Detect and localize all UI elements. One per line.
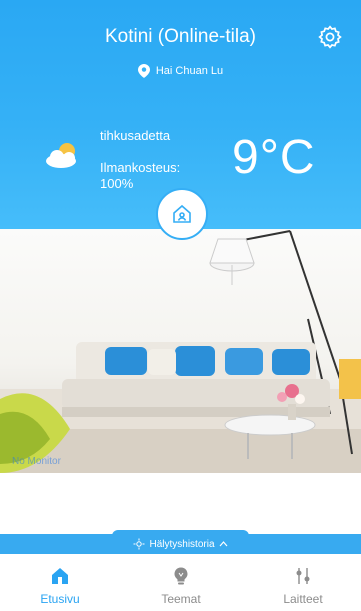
sun-icon bbox=[133, 538, 145, 550]
temperature: 9°C bbox=[232, 131, 316, 184]
bottom-nav: Etusivu Teemat Laitteet bbox=[0, 556, 361, 611]
home-mode-button[interactable] bbox=[156, 188, 208, 240]
chevron-up-icon bbox=[219, 541, 227, 547]
location-pin-icon bbox=[137, 64, 150, 78]
weather-condition: tihkusadetta bbox=[100, 128, 171, 143]
alarm-history-label: Hälytyshistoria bbox=[149, 538, 215, 550]
location: Hai Chuan Lu bbox=[0, 64, 361, 78]
monitor-status: No Monitor bbox=[12, 456, 61, 467]
nav-item-devices[interactable]: Laitteet bbox=[253, 566, 353, 606]
room-image bbox=[0, 229, 361, 473]
page-title: Kotini (Online-tila) bbox=[105, 26, 256, 47]
home-icon bbox=[52, 568, 68, 584]
weather-details: tihkusadetta Ilmankosteus: 100% bbox=[100, 128, 210, 192]
nav-label: Etusivu bbox=[40, 592, 80, 606]
nav-label: Laitteet bbox=[283, 592, 323, 606]
gear-icon[interactable] bbox=[317, 24, 343, 50]
nav-item-themes[interactable]: Teemat bbox=[131, 566, 231, 606]
alarm-history-button[interactable]: Hälytyshistoria bbox=[0, 534, 361, 554]
cloud-sun-icon bbox=[46, 143, 76, 168]
nav-item-home[interactable]: Etusivu bbox=[10, 566, 110, 606]
nav-label: Teemat bbox=[161, 592, 201, 606]
home-shield-icon bbox=[173, 204, 191, 223]
humidity-value: 100% bbox=[100, 176, 134, 191]
sliders-icon bbox=[296, 568, 310, 584]
location-text: Hai Chuan Lu bbox=[155, 65, 224, 77]
bulb-icon bbox=[174, 567, 188, 585]
living-room-illustration bbox=[0, 230, 361, 473]
humidity-label: Ilmankosteus: bbox=[100, 160, 181, 175]
